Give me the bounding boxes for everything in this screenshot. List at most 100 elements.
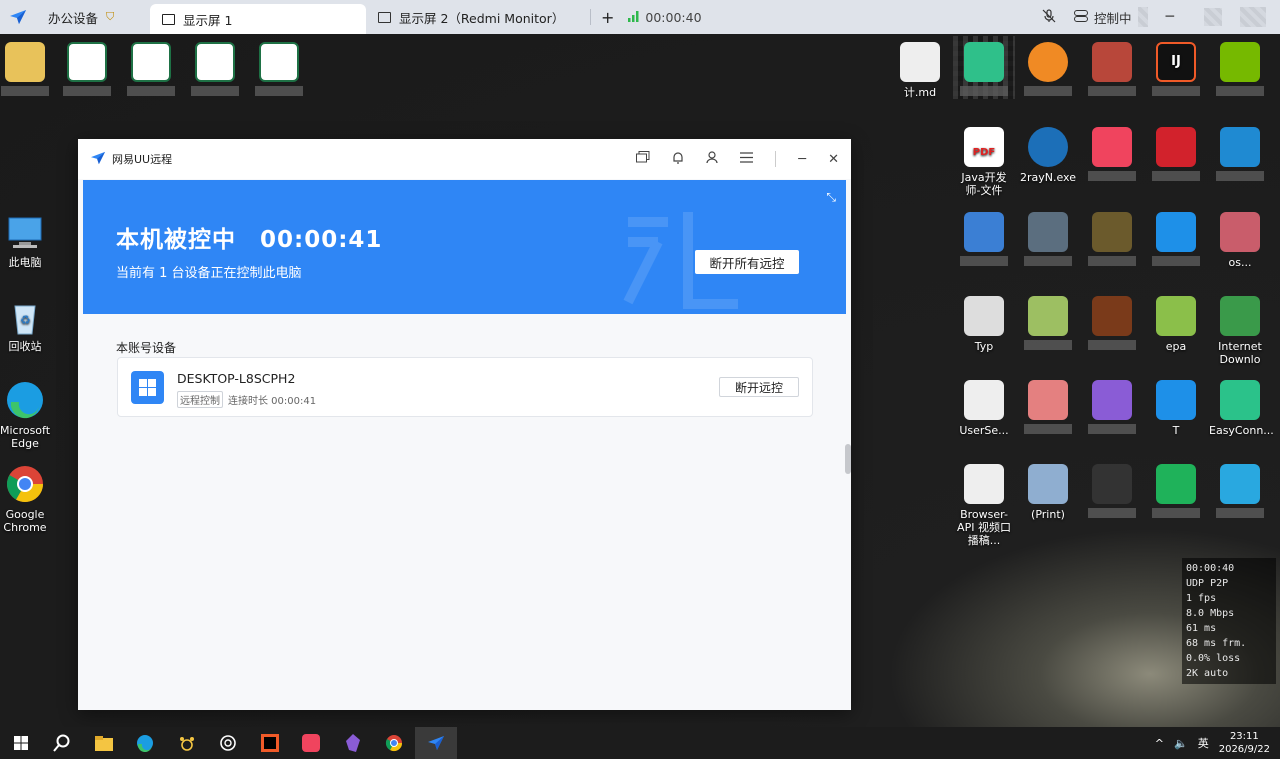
desktop-icon[interactable]: os... xyxy=(1209,206,1271,269)
desktop-icon[interactable] xyxy=(1081,290,1143,353)
blurred-label xyxy=(1088,340,1136,350)
desktop-icon-nvidia[interactable] xyxy=(1209,36,1271,99)
desktop-icon-this-pc[interactable]: 此电脑 xyxy=(0,206,56,269)
tab-label: 办公设备 xyxy=(48,10,99,26)
desktop-icon-idm[interactable]: Internet Downlo xyxy=(1209,290,1271,366)
pdf-icon: PDF xyxy=(964,127,1004,167)
blurred-label xyxy=(191,86,239,96)
desktop-icon[interactable]: T xyxy=(1145,374,1207,437)
desktop-icon[interactable] xyxy=(1017,374,1079,437)
desktop-icon[interactable] xyxy=(1081,121,1143,184)
desktop-icon[interactable]: (Print) xyxy=(1017,458,1079,521)
taskbar-file-explorer[interactable] xyxy=(83,727,125,759)
taskbar-app-pink[interactable] xyxy=(291,727,333,759)
desktop-icon-pdf[interactable]: PDF Java开发 师-文件 xyxy=(953,121,1015,197)
scrollbar[interactable] xyxy=(845,444,851,474)
desktop-icon[interactable] xyxy=(184,36,246,99)
taskbar-chrome[interactable] xyxy=(374,727,416,759)
desktop-icon[interactable] xyxy=(248,36,310,99)
blurred-label xyxy=(1152,508,1200,518)
taskbar-uu-remote[interactable] xyxy=(415,727,457,759)
desktop-icon-recycle-bin[interactable]: ♻ 回收站 xyxy=(0,290,56,353)
clock[interactable]: 23:11 2026/9/22 xyxy=(1219,730,1270,756)
desktop-icon[interactable] xyxy=(1017,206,1079,269)
desktop-icon-edge[interactable]: Microsoft Edge xyxy=(0,374,56,450)
stream-stats-overlay: 00:00:40 UDP P2P 1 fps 8.0 Mbps 61 ms 68… xyxy=(1182,558,1276,684)
desktop-icon-md[interactable]: 计.md xyxy=(889,36,951,99)
tab-display-1[interactable]: 显示屏 1 xyxy=(150,4,366,34)
close-icon[interactable]: ✕ xyxy=(828,152,839,167)
search-icon xyxy=(53,734,70,752)
window-titlebar[interactable]: 网易UU远程 ─ ✕ xyxy=(78,139,851,179)
toggle-icon xyxy=(1074,9,1089,25)
disconnect-button[interactable]: 断开远控 xyxy=(719,377,799,397)
start-button[interactable] xyxy=(0,727,42,759)
blurred-label xyxy=(1088,508,1136,518)
chatgpt-icon xyxy=(220,735,237,751)
intellij-icon: IJ xyxy=(1156,42,1196,82)
taskbar-edge[interactable] xyxy=(125,727,167,759)
desktop-icon-chrome[interactable]: Google Chrome xyxy=(0,458,56,534)
desktop-icon[interactable] xyxy=(1081,374,1143,437)
desktop-icon[interactable] xyxy=(1209,458,1271,521)
desktop-icon-v2ray[interactable]: 2rayN.exe xyxy=(1017,121,1079,184)
uu-remote-window: 网易UU远程 ─ ✕ ⤡ 本机被控中 00:00:41 当前有 1 台设备正在控制… xyxy=(78,139,851,710)
desktop-icon[interactable] xyxy=(1145,206,1207,269)
add-tab-button[interactable]: + xyxy=(591,0,624,34)
menu-icon[interactable] xyxy=(740,151,754,167)
tab-label: 显示屏 2（Redmi Monitor） xyxy=(399,10,565,26)
search-button[interactable] xyxy=(42,727,84,759)
desktop-icon-easyconnect[interactable]: EasyConn... xyxy=(1209,374,1274,437)
stat-fps: 1 fps xyxy=(1186,593,1217,604)
desktop-icon[interactable] xyxy=(953,36,1015,99)
bell-icon[interactable] xyxy=(672,151,684,168)
app-icon xyxy=(1092,212,1132,252)
desktop-icon[interactable]: UserSe... xyxy=(953,374,1015,437)
icon-label: Typ xyxy=(974,340,994,353)
user-icon[interactable] xyxy=(706,150,718,168)
desktop-icon[interactable] xyxy=(953,206,1015,269)
desktop-icon-typora[interactable]: Typ xyxy=(953,290,1015,353)
desktop-icon[interactable] xyxy=(1081,36,1143,99)
blurred-area xyxy=(1204,8,1222,26)
volume-icon[interactable]: 🔈 xyxy=(1174,737,1188,750)
minimize-icon[interactable]: ─ xyxy=(1166,9,1174,25)
ime-indicator[interactable]: 英 xyxy=(1198,735,1209,751)
app-icon xyxy=(1092,296,1132,336)
excel-icon xyxy=(195,42,235,82)
collapse-icon[interactable]: ⤡ xyxy=(826,190,836,205)
blurred-label xyxy=(1216,508,1264,518)
window-switch-icon[interactable] xyxy=(636,151,650,167)
minimize-icon[interactable]: ─ xyxy=(798,152,806,167)
disconnect-all-button[interactable]: 断开所有远控 xyxy=(695,250,799,274)
app-icon xyxy=(1156,296,1196,336)
taskbar-baidu[interactable] xyxy=(166,727,208,759)
desktop-icon-vscode[interactable] xyxy=(1209,121,1271,184)
connection-duration: 连接时长 00:00:41 xyxy=(228,396,317,407)
svg-text:♻: ♻ xyxy=(20,313,31,327)
desktop-icon[interactable] xyxy=(56,36,118,99)
taskbar-chatgpt[interactable] xyxy=(208,727,250,759)
desktop-icon[interactable] xyxy=(1145,458,1207,521)
icon-label: 回收站 xyxy=(8,340,42,353)
taskbar-obsidian[interactable] xyxy=(332,727,374,759)
desktop-icon[interactable] xyxy=(0,36,56,99)
desktop-icon[interactable] xyxy=(1017,36,1079,99)
tab-display-2[interactable]: 显示屏 2（Redmi Monitor） xyxy=(366,0,590,34)
clock-date: 2026/9/22 xyxy=(1218,744,1270,755)
desktop-icon[interactable] xyxy=(120,36,182,99)
desktop-icon-browser-api[interactable]: Browser-API 视频口播稿... xyxy=(953,458,1015,547)
chevron-up-icon[interactable]: ^ xyxy=(1155,737,1164,750)
blurred-label xyxy=(1216,86,1264,96)
desktop-icon-intellij[interactable]: IJ xyxy=(1145,36,1207,99)
desktop-icon[interactable]: epa xyxy=(1145,290,1207,353)
divider xyxy=(775,151,777,167)
taskbar-intellij[interactable] xyxy=(249,727,291,759)
desktop-icon[interactable] xyxy=(1017,290,1079,353)
mic-muted-icon[interactable] xyxy=(1042,8,1056,26)
desktop-icon[interactable] xyxy=(1081,458,1143,521)
control-status-button[interactable]: 控制中 xyxy=(1074,7,1148,27)
desktop-icon[interactable] xyxy=(1145,121,1207,184)
tab-office-device[interactable]: 办公设备 ⛉ xyxy=(36,0,150,34)
desktop-icon[interactable] xyxy=(1081,206,1143,269)
